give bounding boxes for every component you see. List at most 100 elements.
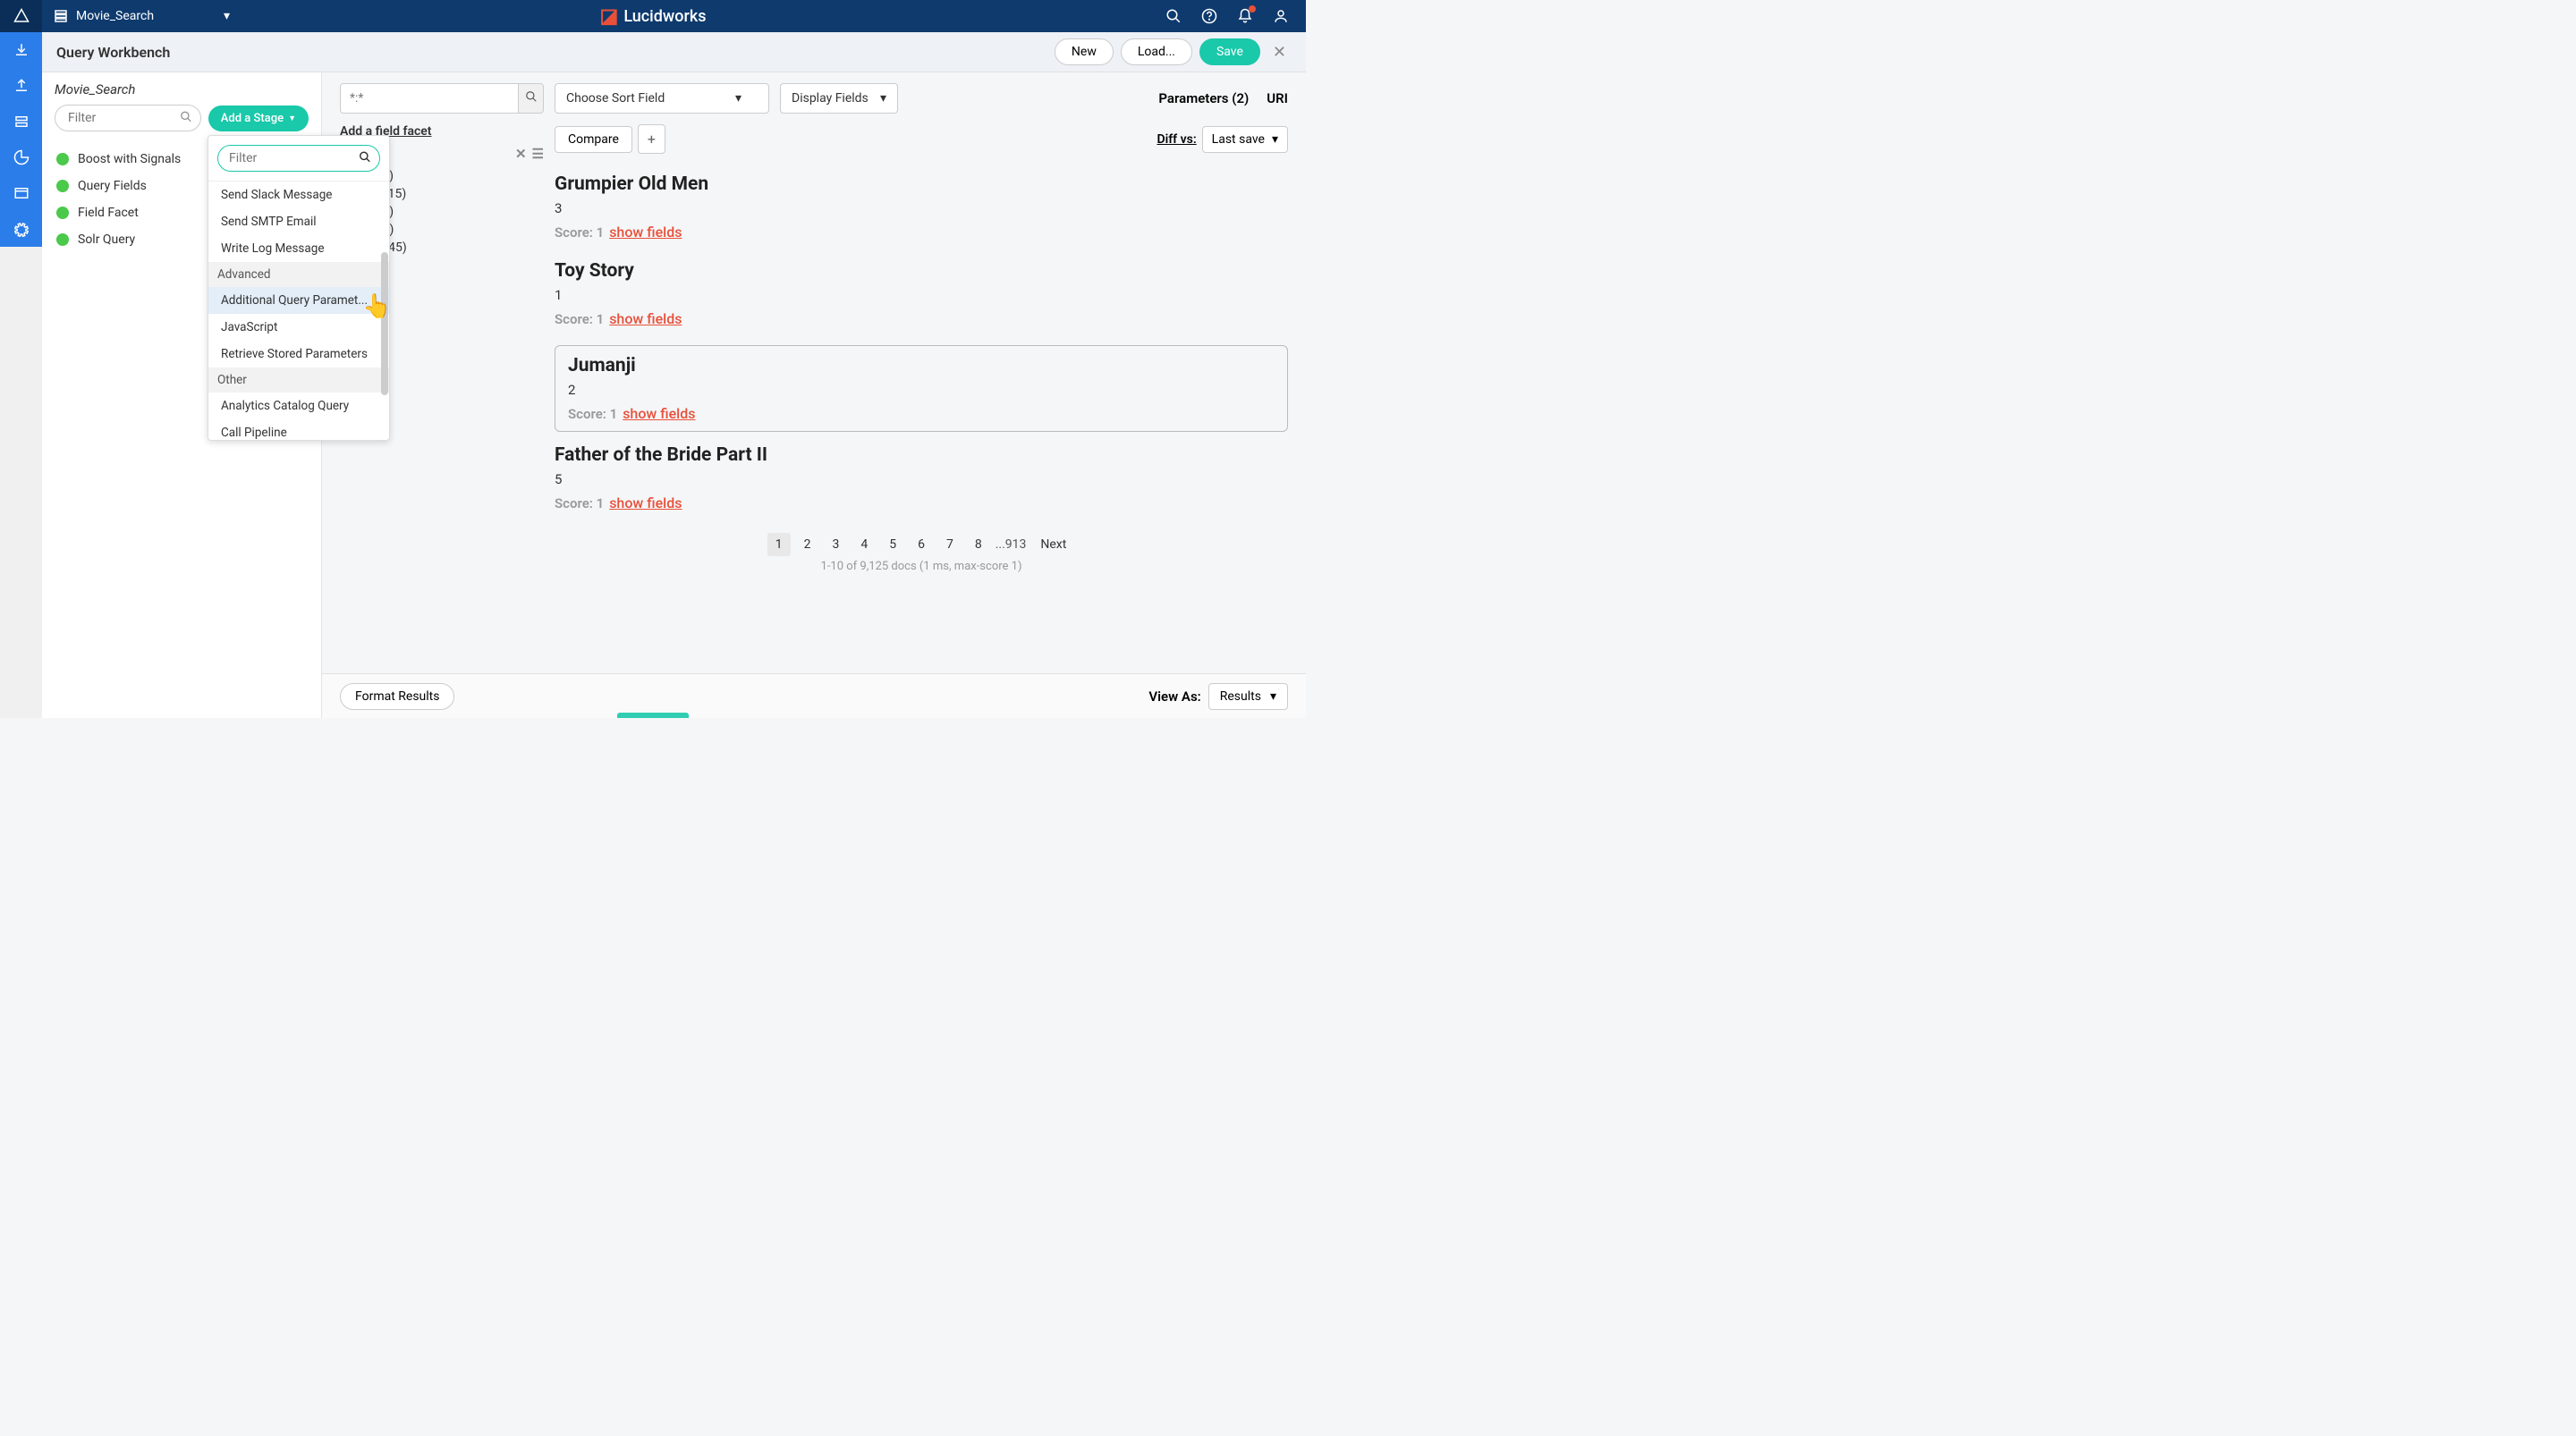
result-score: Score: 1: [555, 311, 604, 327]
result-score: Score: 1: [555, 495, 604, 511]
app-name: Movie_Search: [76, 9, 154, 23]
pagination: 12345678 ...913 Next: [555, 533, 1288, 556]
result-id: 5: [555, 471, 1288, 487]
brand-title: ◪ Lucidworks: [600, 5, 707, 28]
result-title: Toy Story: [555, 260, 1288, 282]
product-logo[interactable]: [0, 0, 42, 32]
show-fields-link[interactable]: show fields: [623, 405, 695, 422]
nav-index[interactable]: [0, 68, 42, 104]
result-id: 2: [568, 382, 1275, 398]
close-icon[interactable]: ✕: [1267, 43, 1292, 62]
page-number[interactable]: 7: [938, 533, 962, 556]
page-number[interactable]: 4: [852, 533, 876, 556]
dropdown-group: Advanced: [208, 262, 389, 287]
query-search-button[interactable]: [518, 84, 543, 113]
chevron-down-icon: ▾: [1272, 132, 1278, 147]
nav-collections[interactable]: [0, 104, 42, 139]
menu-icon[interactable]: ☰: [530, 146, 546, 162]
page-title: Query Workbench: [56, 44, 170, 61]
query-bar: Choose Sort Field ▾ Display Fields ▾ Par…: [322, 72, 1306, 124]
chevron-down-icon: ▾: [880, 91, 886, 106]
status-dot-icon: [56, 153, 69, 165]
format-results-button[interactable]: Format Results: [340, 683, 454, 710]
search-icon: [180, 110, 192, 127]
result-item[interactable]: Father of the Bride Part II 5 Score: 1 show…: [555, 437, 1288, 524]
footer: Format Results View As: Results ▾: [322, 673, 1306, 718]
cursor-icon: 👆: [362, 293, 391, 320]
page-number[interactable]: 6: [910, 533, 933, 556]
result-item[interactable]: Toy Story 1 Score: 1 show fields: [555, 253, 1288, 340]
dropdown-item[interactable]: Analytics Catalog Query: [208, 393, 389, 419]
query-input[interactable]: [341, 84, 518, 113]
chevron-down-icon: ▾: [224, 9, 230, 23]
result-id: 1: [555, 287, 1288, 303]
chevron-down-icon: ▾: [1270, 689, 1276, 704]
results-column: Compare + Diff vs: Last save ▾ Grumpier …: [546, 124, 1288, 573]
help-icon[interactable]: [1200, 7, 1218, 25]
sort-field-select[interactable]: Choose Sort Field ▾: [555, 83, 769, 114]
dropdown-item[interactable]: Send Slack Message: [208, 182, 389, 208]
result-id: 3: [555, 200, 1288, 216]
viewas-select[interactable]: Results ▾: [1208, 683, 1288, 710]
status-dot-icon: [56, 207, 69, 219]
dropdown-item[interactable]: Call Pipeline: [208, 419, 389, 440]
nav-settings[interactable]: [0, 211, 42, 247]
result-title: Father of the Bride Part II: [555, 444, 1288, 466]
stack-icon: [53, 8, 69, 24]
result-title: Grumpier Old Men: [555, 173, 1288, 195]
display-fields-select[interactable]: Display Fields ▾: [780, 83, 898, 114]
brand-logo-icon: ◪: [600, 5, 619, 28]
resize-handle[interactable]: [617, 713, 689, 718]
show-fields-link[interactable]: show fields: [609, 494, 682, 511]
stage-label: Field Facet: [78, 206, 139, 220]
dropdown-item[interactable]: Retrieve Stored Parameters: [208, 341, 389, 367]
compare-button[interactable]: Compare: [555, 126, 632, 153]
uri-link[interactable]: URI: [1267, 90, 1288, 106]
result-title: Jumanji: [568, 355, 1275, 376]
page-number[interactable]: 8: [967, 533, 990, 556]
dropdown-filter-input[interactable]: [217, 145, 380, 172]
compare-add-button[interactable]: +: [638, 124, 665, 154]
bell-icon[interactable]: [1236, 7, 1254, 25]
scrollbar[interactable]: [381, 252, 388, 395]
main-area: Choose Sort Field ▾ Display Fields ▾ Par…: [322, 72, 1306, 673]
user-icon[interactable]: [1272, 7, 1290, 25]
result-score: Score: 1: [555, 224, 604, 241]
page-number[interactable]: 5: [881, 533, 904, 556]
stage-label: Query Fields: [78, 179, 147, 193]
status-dot-icon: [56, 233, 69, 246]
dropdown-item[interactable]: Send SMTP Email: [208, 208, 389, 235]
load-button[interactable]: Load...: [1121, 38, 1192, 65]
dropdown-item[interactable]: Write Log Message: [208, 235, 389, 262]
show-fields-link[interactable]: show fields: [609, 224, 682, 241]
page-ellipsis: ...913: [996, 537, 1027, 552]
search-icon[interactable]: [1165, 7, 1182, 25]
page-number[interactable]: 2: [796, 533, 819, 556]
diff-select[interactable]: Last save ▾: [1202, 126, 1288, 153]
chevron-down-icon: ▾: [735, 91, 741, 106]
nav-ingest[interactable]: [0, 32, 42, 68]
new-button[interactable]: New: [1055, 38, 1114, 65]
page-header: Query Workbench New Load... Save ✕: [42, 32, 1306, 72]
close-icon[interactable]: ✕: [512, 146, 530, 162]
result-item[interactable]: Grumpier Old Men 3 Score: 1 show fields: [555, 166, 1288, 253]
stage-dropdown: Send Slack MessageSend SMTP EmailWrite L…: [208, 135, 390, 441]
nav-workbench[interactable]: [0, 175, 42, 211]
diff-label: Diff vs:: [1157, 132, 1196, 147]
viewas-label: View As:: [1148, 688, 1200, 705]
nav-analytics[interactable]: [0, 139, 42, 175]
result-item[interactable]: Jumanji2Score: 1show fields: [555, 345, 1288, 432]
page-number[interactable]: 3: [824, 533, 847, 556]
parameters-link[interactable]: Parameters (2): [1158, 90, 1249, 106]
app-selector[interactable]: Movie_Search ▾: [42, 0, 241, 32]
save-button[interactable]: Save: [1199, 38, 1260, 65]
left-nav: [0, 32, 42, 718]
add-stage-button[interactable]: Add a Stage: [208, 106, 309, 131]
page-next[interactable]: Next: [1031, 533, 1075, 556]
show-fields-link[interactable]: show fields: [609, 310, 682, 327]
top-header: Movie_Search ▾ ◪ Lucidworks: [0, 0, 1306, 32]
pipeline-name: Movie_Search: [55, 81, 309, 97]
dropdown-group: Other: [208, 367, 389, 393]
status-dot-icon: [56, 180, 69, 192]
page-number[interactable]: 1: [767, 533, 791, 556]
